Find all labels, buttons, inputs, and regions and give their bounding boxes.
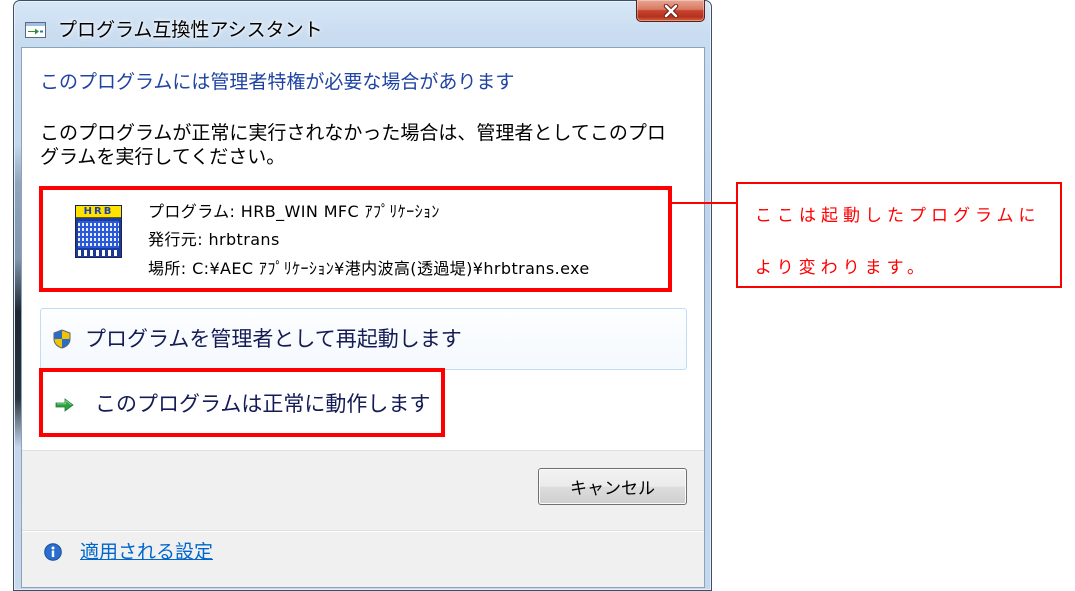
info-icon: [44, 543, 62, 561]
dialog-footer: キャンセル 適用される設定: [22, 450, 704, 587]
program-compatibility-assistant-dialog: プログラム互換性アシスタント このプログラムには管理者特権が必要な場合があります…: [13, 0, 712, 591]
description-line: このプログラムが正常に実行されなかった場合は、管理者としてこのプロ: [40, 122, 666, 144]
uac-shield-icon: [53, 329, 71, 349]
annotation-callout: ここは起動したプログラムに より変わります。: [736, 182, 1062, 288]
annotation-connector-line: [672, 202, 736, 204]
description-line: グラムを実行してください。: [40, 146, 286, 168]
window-title: プログラム互換性アシスタント: [58, 19, 323, 41]
settings-applied-link[interactable]: 適用される設定: [80, 540, 213, 564]
program-compatibility-icon: [25, 22, 46, 38]
cancel-button[interactable]: キャンセル: [538, 468, 687, 505]
close-button[interactable]: [636, 0, 705, 22]
title-bar: プログラム互換性アシスタント: [13, 0, 712, 48]
footer-divider: [22, 530, 704, 532]
annotation-callout-line: ここは起動したプログラムに: [755, 206, 1041, 226]
restart-as-admin-label: プログラムを管理者として再起動します: [85, 327, 462, 351]
annotation-callout-line: より変わります。: [755, 258, 929, 278]
close-icon: [663, 3, 678, 18]
window-frame-left: [15, 48, 22, 587]
dialog-content: このプログラムには管理者特権が必要な場合があります このプログラムが正常に実行さ…: [22, 48, 704, 587]
main-instruction: このプログラムには管理者特権が必要な場合があります: [40, 71, 515, 93]
annotation-highlight-works-link: [39, 368, 445, 437]
annotation-highlight-program-info: [39, 186, 672, 292]
restart-as-admin-link[interactable]: プログラムを管理者として再起動します: [40, 308, 687, 370]
